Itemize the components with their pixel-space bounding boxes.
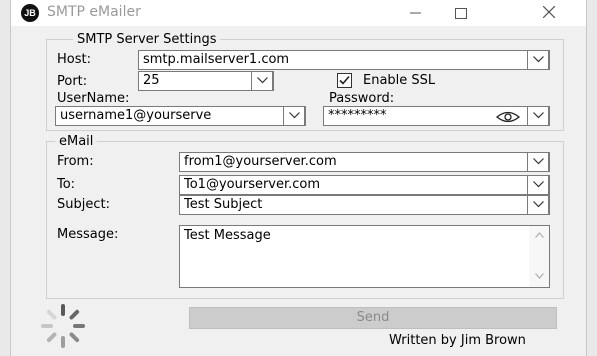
scroll-up-button[interactable] <box>529 227 549 245</box>
smtp-settings-legend: SMTP Server Settings <box>77 32 217 47</box>
minimize-button[interactable] <box>393 0 437 26</box>
maximize-icon <box>455 8 467 19</box>
subject-combo[interactable]: Test Subject <box>179 195 550 215</box>
app-window: JB SMTP eMailer SMTP Server Settings Hos… <box>10 0 587 356</box>
port-label: Port: <box>57 74 88 89</box>
message-value: Test Message <box>184 228 271 243</box>
port-dropdown-button[interactable] <box>251 71 273 91</box>
maximize-button[interactable] <box>439 0 483 26</box>
scroll-down-button[interactable] <box>529 268 549 286</box>
password-combo[interactable]: ********* <box>323 106 550 126</box>
message-label: Message: <box>57 227 119 242</box>
email-legend: eMail <box>59 134 94 149</box>
username-dropdown-button[interactable] <box>283 106 305 126</box>
from-dropdown-button[interactable] <box>527 152 549 172</box>
checkmark-icon <box>339 75 350 85</box>
host-combo[interactable]: smtp.mailserver1.com <box>138 50 550 70</box>
to-label: To: <box>57 177 76 192</box>
close-icon <box>542 5 556 19</box>
port-combo[interactable]: 25 <box>138 71 274 91</box>
send-button[interactable]: Send <box>189 307 557 329</box>
port-value: 25 <box>143 73 160 88</box>
window-title: SMTP eMailer <box>47 4 141 20</box>
subject-label: Subject: <box>57 197 110 212</box>
to-dropdown-button[interactable] <box>527 175 549 195</box>
from-label: From: <box>57 154 94 169</box>
subject-dropdown-button[interactable] <box>527 195 549 215</box>
from-combo[interactable]: from1@yourserver.com <box>179 152 550 172</box>
chevron-down-icon <box>532 56 544 63</box>
chevron-down-icon <box>532 158 544 165</box>
enable-ssl-checkbox[interactable] <box>337 73 352 88</box>
chevron-down-icon <box>532 201 544 208</box>
minimize-icon <box>409 12 421 14</box>
username-label: UserName: <box>57 91 130 106</box>
host-label: Host: <box>57 52 91 67</box>
chevron-up-icon <box>534 232 544 238</box>
username-value: username1@yourserve <box>60 108 212 123</box>
enable-ssl-label[interactable]: Enable SSL <box>363 73 435 88</box>
loading-spinner-icon <box>41 304 85 348</box>
title-bar[interactable]: JB SMTP eMailer <box>11 0 586 26</box>
to-combo[interactable]: To1@yourserver.com <box>179 175 550 195</box>
host-dropdown-button[interactable] <box>527 50 549 70</box>
chevron-down-icon <box>288 112 300 119</box>
chevron-down-icon <box>256 77 268 84</box>
from-value: from1@yourserver.com <box>184 154 337 169</box>
host-value: smtp.mailserver1.com <box>143 52 290 67</box>
password-value: ********* <box>328 108 387 123</box>
message-scrollbar[interactable] <box>529 226 549 287</box>
chevron-down-icon <box>532 112 544 119</box>
password-dropdown-button[interactable] <box>527 106 549 126</box>
app-logo-icon: JB <box>21 4 39 22</box>
password-label: Password: <box>329 91 395 106</box>
chevron-down-icon <box>534 273 544 279</box>
username-combo[interactable]: username1@yourserve <box>55 106 306 126</box>
author-credit: Written by Jim Brown <box>389 333 526 348</box>
to-value: To1@yourserver.com <box>184 177 321 192</box>
message-textarea[interactable]: Test Message <box>179 225 550 288</box>
show-password-icon[interactable] <box>496 111 520 123</box>
chevron-down-icon <box>532 181 544 188</box>
close-button[interactable] <box>527 0 571 26</box>
subject-value: Test Subject <box>184 197 263 212</box>
